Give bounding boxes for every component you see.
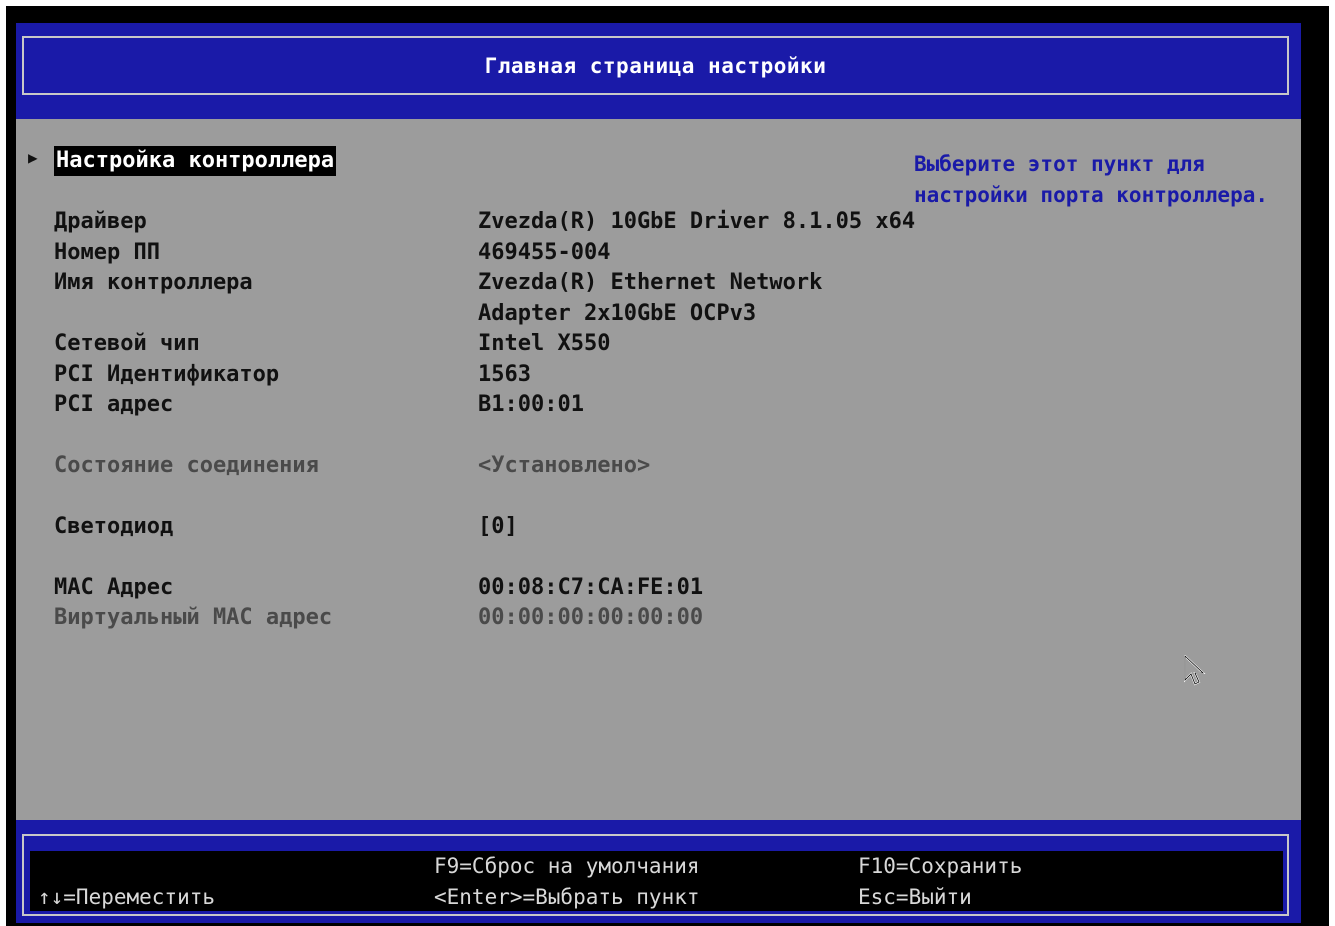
virtual-mac-value: 00:00:00:00:00:00	[478, 605, 704, 630]
link-status-label: Состояние соединения	[54, 453, 319, 478]
triangle-right-icon: ▶	[28, 148, 38, 167]
controller-name-label: Имя контроллера	[54, 270, 253, 295]
link-status-value: <Установлено>	[478, 453, 651, 478]
help-text-line2: настройки порта контроллера.	[914, 183, 1269, 207]
virtual-mac-label: Виртуальный MAC адрес	[54, 605, 333, 630]
network-chip-label: Сетевой чип	[54, 331, 200, 356]
pci-id-value: 1563	[478, 362, 531, 387]
key-hint-esc: Esc=Выйти	[858, 885, 972, 909]
pci-address-value: B1:00:01	[478, 392, 584, 417]
part-number-value: 469455-004	[478, 240, 611, 265]
key-hint-enter: <Enter>=Выбрать пункт	[434, 885, 700, 909]
led-label: Светодиод	[54, 514, 174, 539]
page-title: Главная страница настройки	[484, 53, 827, 78]
driver-label: Драйвер	[54, 209, 147, 234]
footer-bar: ↑↓=Переместить F9=Сброс на умолчания <En…	[16, 820, 1301, 923]
mouse-cursor-icon	[1184, 653, 1206, 691]
footer-key-panel: ↑↓=Переместить F9=Сброс на умолчания <En…	[30, 851, 1283, 911]
help-text-line1: Выберите этот пункт для	[914, 152, 1205, 176]
help-text: Выберите этот пункт для настройки порта …	[914, 149, 1294, 211]
key-hint-move: ↑↓=Переместить	[38, 885, 216, 909]
controller-name-value-line2: Adapter 2x10GbE OCPv3	[478, 301, 757, 326]
pci-id-label: PCI Идентификатор	[54, 362, 280, 387]
footer-frame: ↑↓=Переместить F9=Сброс на умолчания <En…	[22, 834, 1289, 916]
bios-screen: Главная страница настройки ▶ Настройка к…	[6, 6, 1329, 926]
mac-address-value: 00:08:C7:CA:FE:01	[478, 575, 704, 600]
bios-setup-panel: Главная страница настройки ▶ Настройка к…	[16, 23, 1301, 923]
header-bar: Главная страница настройки	[16, 23, 1301, 119]
mac-address-label: MAC Адрес	[54, 575, 174, 600]
driver-value: Zvezda(R) 10GbE Driver 8.1.05 x64	[478, 209, 916, 234]
controller-name-value-line1: Zvezda(R) Ethernet Network	[478, 270, 823, 295]
key-hint-f10: F10=Сохранить	[858, 854, 1023, 878]
network-chip-value: Intel X550	[478, 331, 611, 356]
key-hint-f9: F9=Сброс на умолчания	[434, 854, 700, 878]
part-number-label: Номер ПП	[54, 240, 160, 265]
led-value-field[interactable]: [0]	[478, 512, 518, 542]
pci-address-label: PCI адрес	[54, 392, 174, 417]
header-frame: Главная страница настройки	[22, 36, 1289, 95]
menu-item-controller-setup[interactable]: Настройка контроллера	[54, 146, 337, 176]
